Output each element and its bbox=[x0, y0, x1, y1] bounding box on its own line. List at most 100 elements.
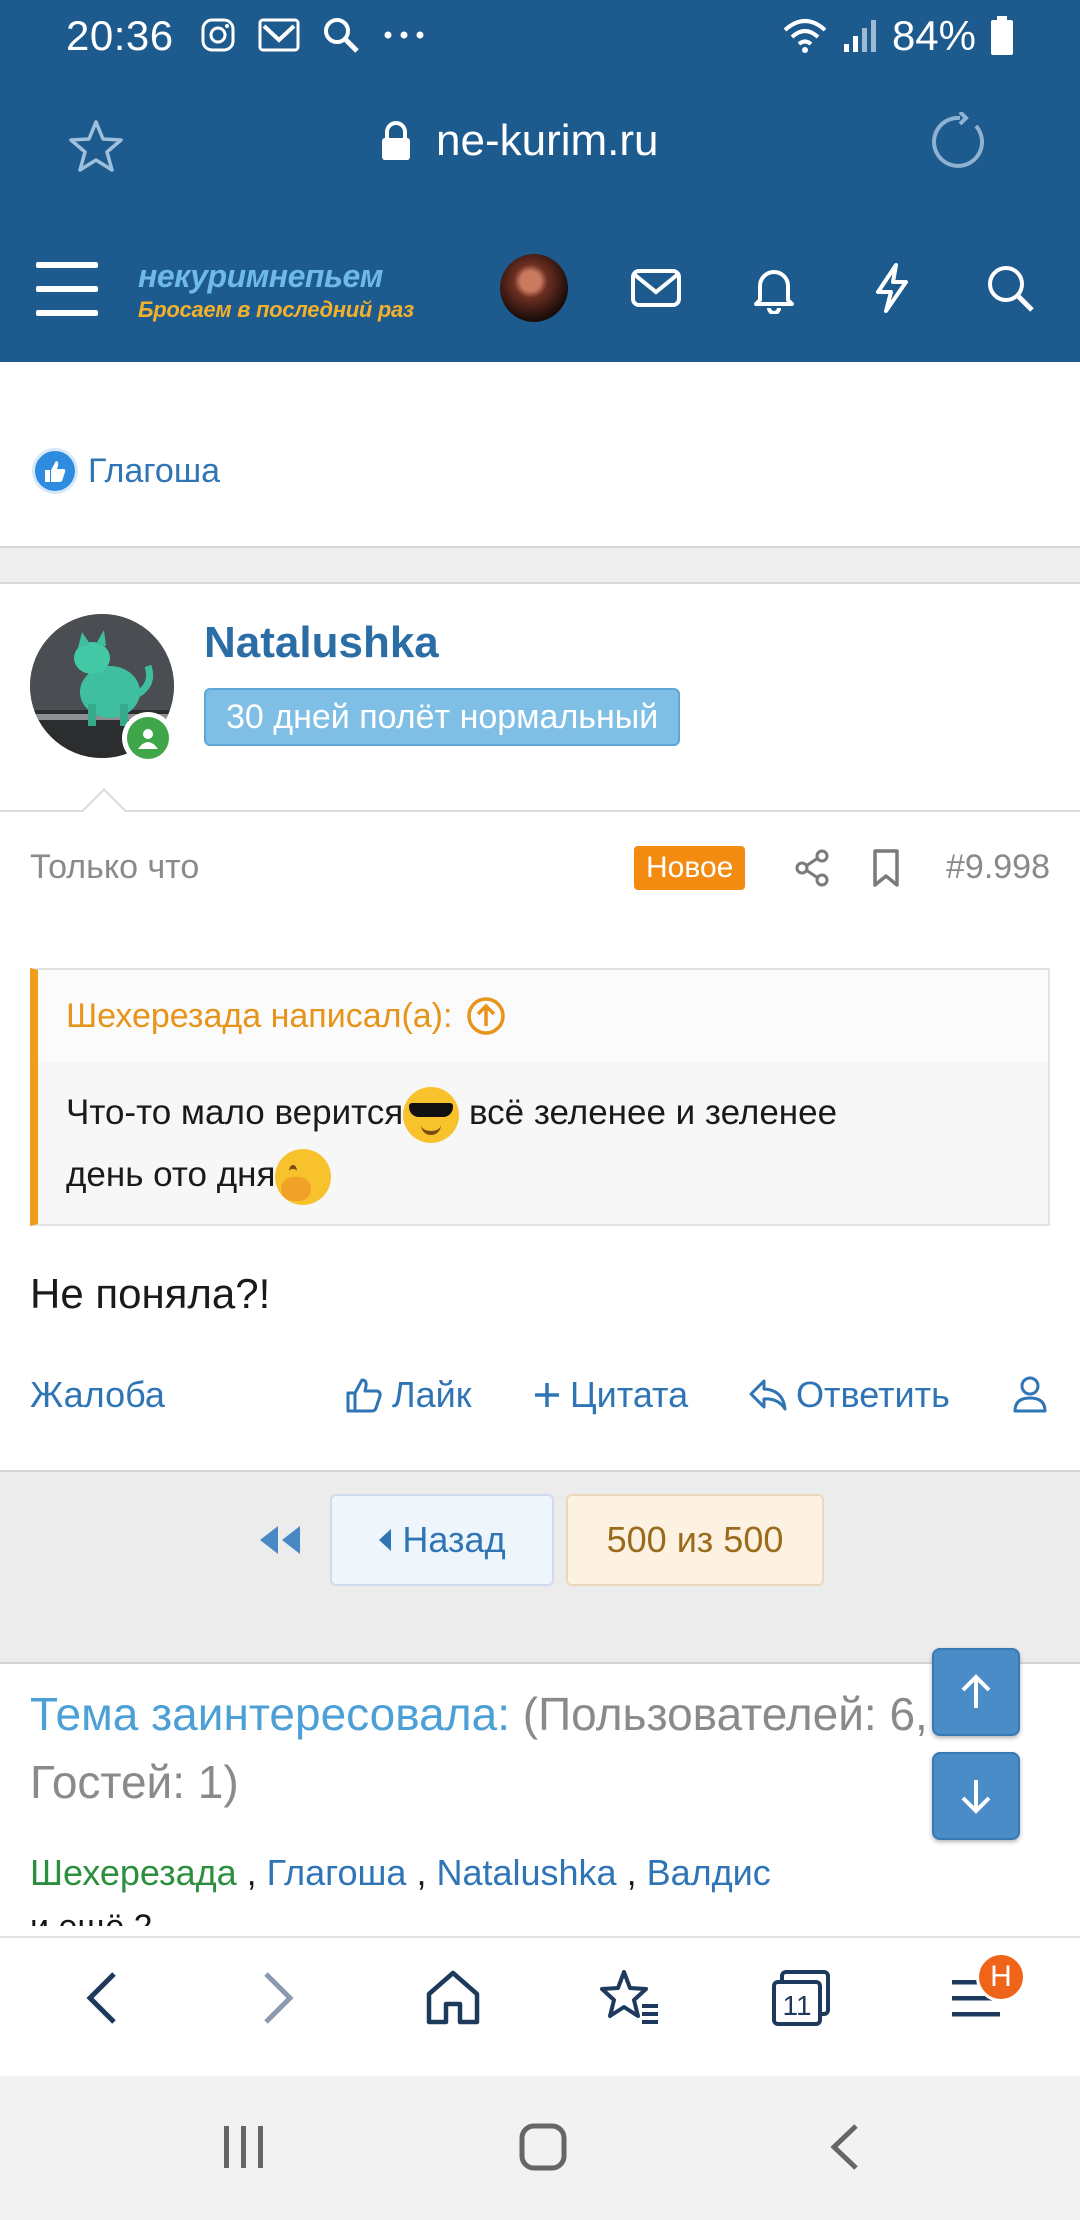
hand-over-mouth-emoji-icon bbox=[275, 1148, 332, 1205]
wifi-icon bbox=[783, 19, 827, 53]
tabs-icon: 11 bbox=[772, 1970, 830, 2026]
viewer-name[interactable]: Валдис bbox=[647, 1852, 771, 1893]
search-status-icon bbox=[324, 18, 359, 53]
reload-icon[interactable] bbox=[930, 112, 990, 172]
post-number[interactable]: #9.998 bbox=[946, 848, 1050, 887]
new-badge: Новое bbox=[634, 846, 746, 890]
sunglasses-emoji-icon bbox=[403, 1086, 460, 1143]
logo-tagline: Бросаем в последний раз bbox=[138, 297, 414, 322]
system-navigation-bar bbox=[0, 2076, 1080, 2220]
status-notification-icons bbox=[200, 16, 426, 54]
online-status-icon bbox=[122, 712, 174, 764]
browser-bottom-toolbar: 11 Н bbox=[0, 1936, 1080, 2076]
viewers-title: Тема заинтересовала: (Пользователей: 6, … bbox=[30, 1680, 1070, 1816]
caret-left-icon bbox=[379, 1529, 392, 1551]
go-to-quote-icon[interactable] bbox=[466, 996, 506, 1036]
site-logo[interactable]: некуримнепьем Бросаем в последний раз bbox=[138, 258, 438, 323]
site-navigation: некуримнепьем Бросаем в последний раз bbox=[0, 240, 1080, 362]
meta-divider bbox=[0, 810, 1080, 812]
quote-author[interactable]: Шехерезада написал(а): bbox=[66, 997, 452, 1036]
status-bar: 20:36 84% bbox=[0, 0, 1080, 74]
thumbs-up-icon bbox=[346, 1378, 382, 1413]
viewer-name[interactable]: Шехерезада bbox=[30, 1852, 237, 1893]
messages-icon[interactable] bbox=[630, 262, 682, 314]
viewers-more[interactable]: и ещё 2 bbox=[30, 1908, 1070, 1926]
viewer-name[interactable]: Глагоша bbox=[267, 1852, 407, 1893]
post-meta: Только что Новое #9.998 bbox=[30, 846, 1050, 896]
reply-button[interactable]: Ответить bbox=[748, 1374, 950, 1416]
quote-header[interactable]: Шехерезада написал(а): bbox=[38, 970, 1048, 1062]
report-link[interactable]: Жалоба bbox=[30, 1374, 165, 1416]
thread-viewers: Тема заинтересовала: (Пользователей: 6, … bbox=[30, 1680, 1070, 1926]
author-username[interactable]: Natalushka bbox=[204, 618, 439, 668]
back-system-icon[interactable] bbox=[826, 2122, 866, 2172]
search-icon[interactable] bbox=[984, 262, 1036, 314]
post-separator bbox=[0, 546, 1080, 584]
scroll-to-top-button[interactable] bbox=[932, 1648, 1020, 1736]
battery-level: 84% bbox=[891, 12, 976, 59]
quote-text-part2: всё зеленее и зеленее bbox=[459, 1093, 838, 1132]
like-label: Лайк bbox=[392, 1374, 472, 1415]
post-time[interactable]: Только что bbox=[30, 848, 199, 887]
menu-badge: Н bbox=[976, 1952, 1026, 2002]
home-system-icon[interactable] bbox=[518, 2122, 568, 2172]
browser-url-bar: ne-kurim.ru bbox=[0, 100, 1080, 190]
address-field[interactable]: ne-kurim.ru bbox=[380, 116, 659, 166]
page-position[interactable]: 500 из 500 bbox=[566, 1494, 824, 1586]
user-profile-icon[interactable] bbox=[1012, 1374, 1048, 1414]
reply-label: Ответить bbox=[796, 1374, 950, 1415]
reply-arrow-icon bbox=[749, 1379, 787, 1411]
quote-body: Что-то мало верится всё зеленее и зелене… bbox=[38, 1062, 1048, 1226]
post-message: Не поняла?! bbox=[30, 1270, 271, 1317]
previous-page-label: Назад bbox=[402, 1519, 506, 1560]
first-page-icon[interactable] bbox=[258, 1524, 302, 1556]
viewer-name[interactable]: Natalushka bbox=[436, 1852, 616, 1893]
viewers-title-highlight: Тема заинтересовала: bbox=[30, 1688, 510, 1740]
viewers-more-label: и ещё 2 bbox=[30, 1908, 153, 1926]
home-icon[interactable] bbox=[424, 1968, 482, 2028]
mail-app-icon bbox=[258, 18, 300, 52]
back-icon[interactable] bbox=[78, 1968, 128, 2028]
bookmark-star-icon[interactable] bbox=[68, 118, 124, 174]
quote-label: Цитата bbox=[570, 1374, 689, 1415]
url-text: ne-kurim.ru bbox=[436, 116, 659, 165]
user-avatar[interactable] bbox=[500, 254, 568, 322]
top-header: 20:36 84% ne-kurim.ru некуримнепьем Брос… bbox=[0, 0, 1080, 362]
status-time: 20:36 bbox=[66, 12, 174, 59]
arrow-up-icon bbox=[961, 1674, 991, 1708]
plus-icon bbox=[535, 1383, 559, 1407]
quote-button[interactable]: Цитата bbox=[532, 1374, 688, 1416]
post-actions: Жалоба Лайк Цитата Ответить bbox=[30, 1370, 1050, 1426]
like-button[interactable]: Лайк bbox=[344, 1374, 472, 1416]
quote-block: Шехерезада написал(а): Что-то мало верит… bbox=[30, 968, 1050, 1226]
instagram-icon bbox=[201, 18, 235, 52]
reaction-summary[interactable]: Глагоша bbox=[32, 448, 220, 494]
status-right: 84% bbox=[782, 12, 1014, 60]
report-label: Жалоба bbox=[30, 1374, 165, 1415]
battery-icon bbox=[991, 16, 1013, 55]
quote-text-part1: Что-то мало верится bbox=[66, 1093, 404, 1132]
scroll-to-bottom-button[interactable] bbox=[932, 1752, 1020, 1840]
post-author-block: Natalushka 30 дней полёт нормальный bbox=[30, 612, 1050, 812]
share-icon[interactable] bbox=[792, 848, 832, 888]
meta-caret bbox=[80, 788, 128, 813]
viewers-list: Шехерезада , Глагоша , Natalushka , Валд… bbox=[30, 1852, 771, 1893]
arrow-down-icon bbox=[961, 1780, 991, 1814]
quote-text-part3: день ото дня bbox=[66, 1155, 276, 1194]
previous-page-button[interactable]: Назад bbox=[330, 1494, 554, 1586]
menu-icon[interactable] bbox=[34, 258, 100, 320]
signal-icon bbox=[843, 20, 876, 52]
whats-new-lightning-icon[interactable] bbox=[866, 262, 918, 314]
more-dots-icon bbox=[384, 31, 424, 39]
recent-apps-icon[interactable] bbox=[220, 2122, 268, 2172]
tabs-button[interactable]: 11 bbox=[770, 1968, 832, 2033]
forward-icon[interactable] bbox=[252, 1968, 302, 2028]
logo-title: некуримнепьем bbox=[138, 258, 383, 294]
bookmarks-icon[interactable] bbox=[598, 1968, 660, 2028]
lock-icon bbox=[382, 121, 410, 160]
author-user-title: 30 дней полёт нормальный bbox=[204, 688, 681, 746]
like-reaction-icon bbox=[32, 448, 78, 494]
notifications-bell-icon[interactable] bbox=[748, 262, 800, 314]
bookmark-icon[interactable] bbox=[868, 848, 904, 888]
reaction-user[interactable]: Глагоша bbox=[88, 452, 220, 491]
